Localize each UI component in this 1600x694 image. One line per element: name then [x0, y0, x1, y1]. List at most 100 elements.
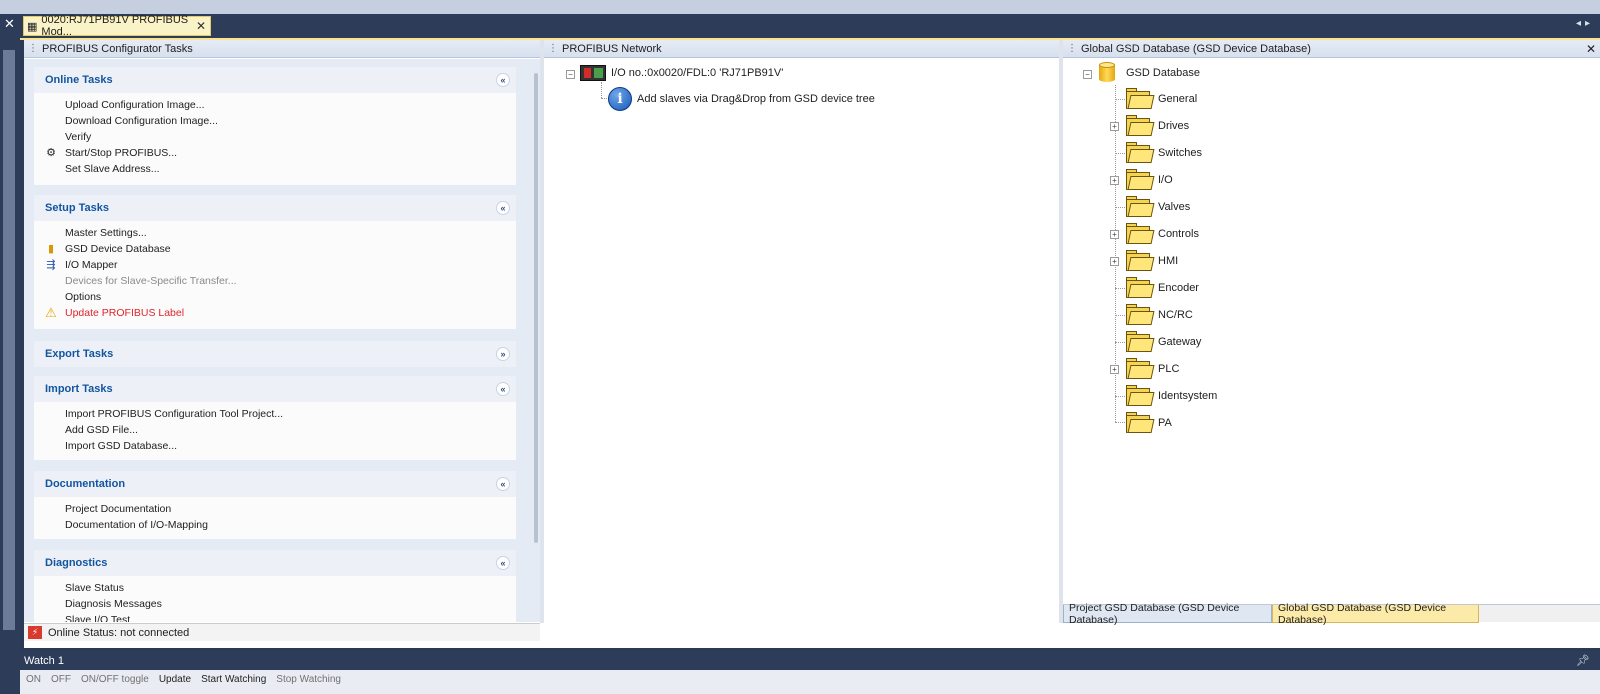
- tab-scroll-arrows[interactable]: ◂▸: [1576, 18, 1594, 29]
- close-icon[interactable]: ✕: [4, 17, 15, 31]
- task-group-header[interactable]: Setup Tasks «: [34, 195, 516, 221]
- task-project-documentation[interactable]: Project Documentation: [34, 501, 516, 517]
- gsd-folder-io[interactable]: I/O: [1125, 169, 1173, 191]
- collapse-chevron-icon[interactable]: «: [496, 477, 510, 491]
- gsd-folder-pa[interactable]: PA: [1125, 412, 1172, 434]
- task-label: Import PROFIBUS Configuration Tool Proje…: [65, 408, 284, 420]
- watch-window-titlebar: Watch 1 📌︎: [20, 651, 1600, 670]
- folder-icon: [1125, 223, 1155, 245]
- task-group-header[interactable]: Import Tasks «: [34, 376, 516, 402]
- task-group-header[interactable]: Export Tasks »: [34, 341, 516, 367]
- gsd-folder-general[interactable]: General: [1125, 88, 1197, 110]
- tree-connector: [1115, 207, 1125, 208]
- collapse-chevron-icon[interactable]: «: [496, 556, 510, 570]
- close-tab-icon[interactable]: ✕: [196, 19, 206, 33]
- watch-on-button[interactable]: ON: [26, 674, 41, 685]
- folder-label: Gateway: [1158, 336, 1202, 348]
- start-watching-button[interactable]: Start Watching: [201, 674, 266, 685]
- expand-node-icon[interactable]: +: [1110, 365, 1119, 374]
- expand-node-icon[interactable]: +: [1110, 122, 1119, 131]
- task-diagnosis-messages[interactable]: Diagnosis Messages: [34, 596, 516, 612]
- expand-node-icon[interactable]: +: [1110, 230, 1119, 239]
- task-io-mapping-documentation[interactable]: Documentation of I/O-Mapping: [34, 517, 516, 533]
- collapse-chevron-icon[interactable]: «: [496, 382, 510, 396]
- task-slave-status[interactable]: Slave Status: [34, 580, 516, 596]
- task-label: Upload Configuration Image...: [65, 99, 205, 111]
- document-tab[interactable]: ▦ 0020:RJ71PB91V PROFIBUS Mod... ✕: [23, 14, 211, 38]
- task-group-header[interactable]: Diagnostics «: [34, 550, 516, 576]
- collapse-chevron-icon[interactable]: «: [496, 73, 510, 87]
- pin-icon[interactable]: 📌︎: [1576, 654, 1590, 667]
- folder-label: General: [1158, 93, 1198, 105]
- task-upload-configuration[interactable]: Upload Configuration Image...: [34, 97, 516, 113]
- tab-global-gsd-database[interactable]: Global GSD Database (GSD Device Database…: [1272, 602, 1479, 626]
- gsd-folder-plc[interactable]: PLC: [1125, 358, 1179, 380]
- task-group-documentation: Documentation « Project Documentation Do…: [34, 471, 516, 539]
- tab-project-gsd-database[interactable]: Project GSD Database (GSD Device Databas…: [1063, 602, 1272, 626]
- master-node[interactable]: I/O no.:0x0020/FDL:0 'RJ71PB91V': [580, 65, 783, 81]
- expand-node-icon[interactable]: +: [1110, 257, 1119, 266]
- grip-icon[interactable]: ⋮: [548, 43, 558, 54]
- network-pane-title: PROFIBUS Network: [562, 42, 662, 55]
- tree-connector: [1115, 422, 1125, 423]
- gsd-database-tree: − GSD Database General + Drives Switches…: [1063, 59, 1600, 604]
- task-group-title: Documentation: [45, 478, 126, 490]
- task-group-diagnostics: Diagnostics « Slave Status Diagnosis Mes…: [34, 550, 516, 622]
- io-mapper-icon: ⇶: [46, 259, 56, 271]
- task-set-slave-address[interactable]: Set Slave Address...: [34, 161, 516, 177]
- gsd-folder-gateway[interactable]: Gateway: [1125, 331, 1201, 353]
- folder-icon: [1125, 412, 1155, 434]
- document-tab-title: 0020:RJ71PB91V PROFIBUS Mod...: [41, 14, 189, 38]
- task-verify[interactable]: Verify: [34, 129, 516, 145]
- task-label: Project Documentation: [65, 503, 172, 515]
- collapse-node-icon[interactable]: −: [1083, 70, 1092, 79]
- gsd-root-node[interactable]: GSD Database: [1099, 62, 1200, 84]
- gsd-folder-identsystem[interactable]: Identsystem: [1125, 385, 1217, 407]
- watch-toggle-button[interactable]: ON/OFF toggle: [81, 674, 149, 685]
- task-label: Documentation of I/O-Mapping: [65, 519, 208, 531]
- expand-node-icon[interactable]: +: [1110, 176, 1119, 185]
- stop-watching-button[interactable]: Stop Watching: [276, 674, 341, 685]
- collapse-node-icon[interactable]: −: [566, 70, 575, 79]
- task-add-gsd-file[interactable]: Add GSD File...: [34, 422, 516, 438]
- task-group-header[interactable]: Documentation «: [34, 471, 516, 497]
- task-update-profibus-label[interactable]: ⚠ Update PROFIBUS Label: [34, 305, 516, 321]
- grip-icon[interactable]: ⋮: [28, 43, 38, 54]
- online-status-text: Online Status: not connected: [48, 626, 190, 639]
- tree-connector: [1115, 288, 1125, 289]
- folder-icon: [1125, 169, 1155, 191]
- task-label: Set Slave Address...: [65, 163, 160, 175]
- gsd-folder-hmi[interactable]: HMI: [1125, 250, 1178, 272]
- task-import-project[interactable]: Import PROFIBUS Configuration Tool Proje…: [34, 406, 516, 422]
- task-gsd-device-database[interactable]: ▮ GSD Device Database: [34, 241, 516, 257]
- grip-icon[interactable]: ⋮: [1067, 43, 1077, 54]
- collapse-chevron-icon[interactable]: «: [496, 201, 510, 215]
- task-master-settings[interactable]: Master Settings...: [34, 225, 516, 241]
- task-slave-io-test[interactable]: Slave I/O Test: [34, 612, 516, 622]
- folder-icon: [1125, 304, 1155, 326]
- task-download-configuration[interactable]: Download Configuration Image...: [34, 113, 516, 129]
- gsd-folder-controls[interactable]: Controls: [1125, 223, 1199, 245]
- task-options[interactable]: Options: [34, 289, 516, 305]
- tasks-scrollbar[interactable]: [534, 73, 538, 543]
- gsd-folder-valves[interactable]: Valves: [1125, 196, 1190, 218]
- task-label: Add GSD File...: [65, 424, 138, 436]
- task-io-mapper[interactable]: ⇶ I/O Mapper: [34, 257, 516, 273]
- gsd-folder-ncrc[interactable]: NC/RC: [1125, 304, 1193, 326]
- watch-off-button[interactable]: OFF: [51, 674, 71, 685]
- top-strip: [0, 0, 1600, 14]
- close-pane-icon[interactable]: ✕: [1586, 42, 1596, 56]
- gsd-folder-drives[interactable]: Drives: [1125, 115, 1189, 137]
- task-group-header[interactable]: Online Tasks «: [34, 67, 516, 93]
- folder-label: Switches: [1158, 147, 1203, 159]
- watch-update-button[interactable]: Update: [159, 674, 191, 685]
- task-start-stop[interactable]: ⚙ Start/Stop PROFIBUS...: [34, 145, 516, 161]
- task-import-gsd-database[interactable]: Import GSD Database...: [34, 438, 516, 454]
- folder-label: I/O: [1158, 174, 1173, 186]
- left-dock-strip: ✕: [0, 14, 20, 694]
- gsd-folder-switches[interactable]: Switches: [1125, 142, 1202, 164]
- folder-label: Identsystem: [1158, 390, 1218, 402]
- dock-collapsed-panel[interactable]: [3, 50, 15, 630]
- expand-chevron-icon[interactable]: »: [496, 347, 510, 361]
- gsd-folder-encoder[interactable]: Encoder: [1125, 277, 1199, 299]
